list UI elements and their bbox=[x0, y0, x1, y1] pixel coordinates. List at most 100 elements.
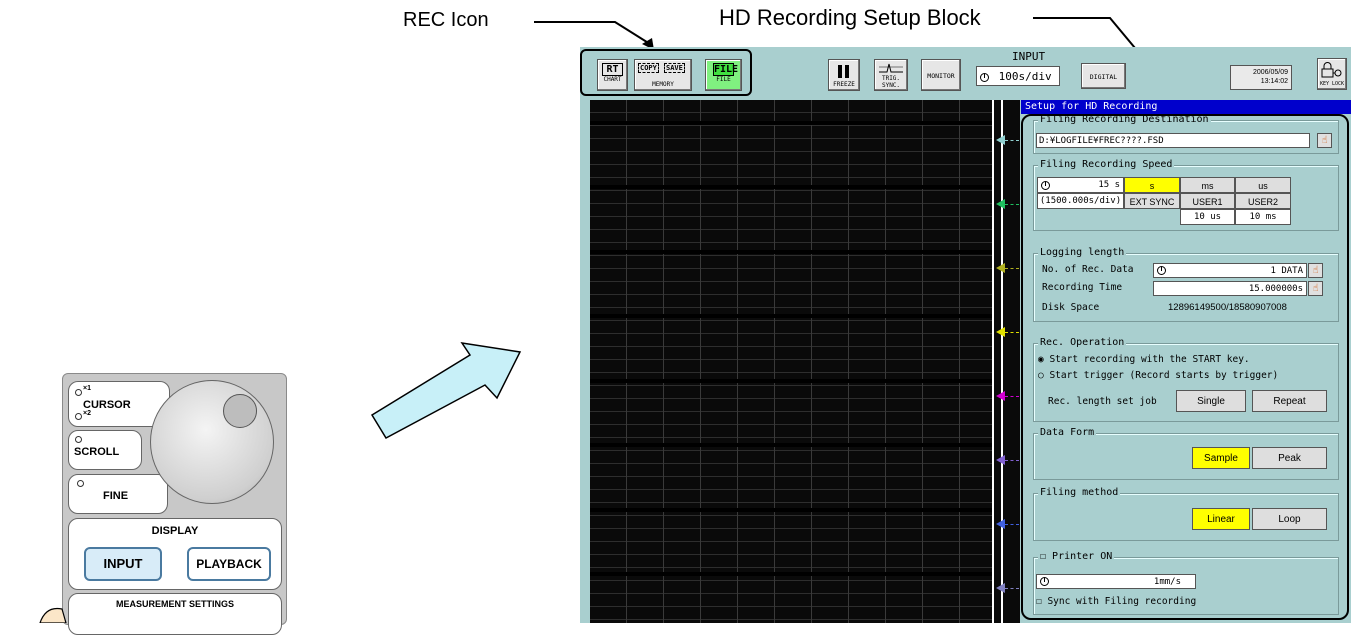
per-div-field: (1500.000s/div) bbox=[1037, 193, 1124, 209]
digital-button[interactable]: DIGITAL bbox=[1081, 63, 1126, 89]
sample-button[interactable]: Sample bbox=[1192, 447, 1250, 469]
printer-speed-value: 1mm/s bbox=[1153, 577, 1181, 587]
rt-chart-button[interactable]: RT CHART bbox=[597, 59, 628, 91]
single-button[interactable]: Single bbox=[1176, 390, 1246, 412]
operation-group: Rec. Operation ◉ Start recording with th… bbox=[1033, 337, 1339, 422]
unit-s-button[interactable]: s bbox=[1124, 177, 1180, 193]
rt-label: RT bbox=[602, 63, 623, 76]
strip-line bbox=[1001, 100, 1003, 623]
top-toolbar: RT CHART COPY SAVE MEMORY FILE FILE FREE… bbox=[580, 47, 1351, 99]
memory-label: MEMORY bbox=[652, 81, 674, 88]
band-divider bbox=[590, 572, 992, 576]
memory-button[interactable]: COPY SAVE MEMORY bbox=[634, 59, 692, 91]
instrument-screen: RT CHART COPY SAVE MEMORY FILE FILE FREE… bbox=[580, 47, 1351, 623]
datetime-display: 2006/05/09 13:14:02 bbox=[1230, 65, 1292, 90]
unit-ms-button[interactable]: ms bbox=[1180, 177, 1235, 193]
date-value: 2006/05/09 bbox=[1252, 69, 1288, 76]
hand-pointer-icon[interactable]: ☝ bbox=[1317, 133, 1332, 148]
user2-button[interactable]: USER2 bbox=[1235, 193, 1291, 209]
printer-on-label: Printer ON bbox=[1052, 551, 1113, 562]
speed-title: Filing Recording Speed bbox=[1038, 159, 1175, 170]
led-scroll bbox=[75, 436, 82, 443]
band-divider bbox=[590, 443, 992, 447]
sync-label: SYNC. bbox=[881, 82, 901, 89]
copy-label: COPY bbox=[638, 63, 659, 73]
unit-us-button[interactable]: us bbox=[1235, 177, 1291, 193]
channel-marker-3[interactable] bbox=[996, 263, 1005, 273]
pause-icon bbox=[838, 65, 842, 78]
freeze-label: FREEZE bbox=[833, 81, 855, 88]
time-value: 13:14:02 bbox=[1260, 78, 1288, 85]
fine-button[interactable]: FINE bbox=[68, 474, 168, 514]
freeze-button[interactable]: FREEZE bbox=[828, 59, 860, 91]
channel-marker-7[interactable] bbox=[996, 519, 1005, 529]
band-divider bbox=[590, 314, 992, 318]
filing-method-title: Filing method bbox=[1038, 487, 1121, 498]
file-icon: FILE bbox=[713, 63, 739, 76]
ext-sync-button[interactable]: EXT SYNC bbox=[1124, 193, 1180, 209]
scroll-button[interactable]: SCROLL bbox=[68, 430, 142, 470]
destination-group: Filing Recording Destination D:¥LOGFILE¥… bbox=[1033, 114, 1339, 154]
logging-title: Logging length bbox=[1038, 247, 1127, 258]
jog-dial-knob bbox=[223, 394, 257, 428]
monitor-button[interactable]: MONITOR bbox=[921, 59, 961, 91]
channel-marker-8[interactable] bbox=[996, 583, 1005, 593]
opt-start-trigger[interactable]: ○ Start trigger (Record starts by trigge… bbox=[1038, 370, 1278, 381]
hand-pointer-icon[interactable]: ☝ bbox=[1308, 263, 1323, 278]
jog-dial[interactable] bbox=[150, 380, 274, 504]
key-lock-button[interactable]: KEY LOCK bbox=[1317, 58, 1347, 90]
speed-group: Filing Recording Speed 15 s s ms us (150… bbox=[1033, 159, 1339, 231]
operation-title: Rec. Operation bbox=[1038, 337, 1127, 348]
channel-marker-1[interactable] bbox=[996, 135, 1005, 145]
save-label: SAVE bbox=[664, 63, 685, 73]
input-label: INPUT bbox=[1012, 50, 1046, 63]
scroll-label: SCROLL bbox=[74, 446, 120, 458]
printer-group: ☐ Printer ON 1mm/s ☐ Sync with Filing re… bbox=[1033, 551, 1339, 615]
loop-button[interactable]: Loop bbox=[1252, 508, 1327, 530]
opt-start-key[interactable]: ◉ Start recording with the START key. bbox=[1038, 354, 1250, 365]
playback-button[interactable]: PLAYBACK bbox=[187, 547, 271, 581]
printer-speed-field[interactable]: 1mm/s bbox=[1036, 574, 1196, 589]
rec-data-field[interactable]: 1 DATA bbox=[1153, 263, 1307, 278]
input-button[interactable]: INPUT bbox=[84, 547, 162, 581]
peak-button[interactable]: Peak bbox=[1252, 447, 1327, 469]
printer-on-checkbox[interactable]: ☐ Printer ON bbox=[1038, 551, 1115, 562]
channel-marker-4[interactable] bbox=[996, 327, 1005, 337]
chart-label: CHART bbox=[603, 76, 622, 83]
channel-marker-line-2 bbox=[1005, 204, 1019, 205]
trig-sync-button[interactable]: TRIG. SYNC. bbox=[874, 59, 908, 91]
hand-pointer-icon[interactable]: ☝ bbox=[1308, 281, 1323, 296]
trigger-icon bbox=[879, 63, 903, 73]
destination-path-field[interactable]: D:¥LOGFILE¥FREC????.FSD bbox=[1036, 133, 1310, 148]
timebase-field[interactable]: 100s/div bbox=[976, 66, 1060, 86]
channel-marker-line-7 bbox=[1005, 524, 1019, 525]
measurement-label: MEASUREMENT SETTINGS bbox=[115, 599, 234, 609]
user1-value[interactable]: 10 us bbox=[1180, 209, 1235, 225]
speed-value: 15 s bbox=[1098, 180, 1120, 190]
digital-label: DIGITAL bbox=[1089, 73, 1118, 81]
key-lock-label: KEY LOCK bbox=[1319, 81, 1345, 87]
channel-marker-2[interactable] bbox=[996, 199, 1005, 209]
dial-icon bbox=[1041, 181, 1050, 190]
led-fine bbox=[77, 480, 84, 487]
channel-marker-6[interactable] bbox=[996, 455, 1005, 465]
channel-marker-line-3 bbox=[1005, 268, 1019, 269]
file-button[interactable]: FILE FILE bbox=[705, 59, 742, 91]
band-divider bbox=[590, 250, 992, 254]
channel-marker-5[interactable] bbox=[996, 391, 1005, 401]
channel-marker-strip bbox=[992, 100, 1020, 623]
measurement-section: MEASUREMENT SETTINGS bbox=[68, 593, 282, 635]
x1-label: ×1 bbox=[83, 385, 91, 392]
linear-button[interactable]: Linear bbox=[1192, 508, 1250, 530]
rec-time-field[interactable]: 15.000000s bbox=[1153, 281, 1307, 296]
filing-method-group: Filing method Linear Loop bbox=[1033, 487, 1339, 541]
user2-value[interactable]: 10 ms bbox=[1235, 209, 1291, 225]
repeat-button[interactable]: Repeat bbox=[1252, 390, 1327, 412]
waveform-display[interactable] bbox=[590, 100, 992, 623]
file-label: FILE bbox=[716, 76, 731, 83]
display-label: DISPLAY bbox=[151, 525, 199, 537]
sync-filing-checkbox[interactable]: ☐ Sync with Filing recording bbox=[1036, 596, 1196, 607]
speed-value-field[interactable]: 15 s bbox=[1037, 177, 1124, 193]
band-divider bbox=[590, 508, 992, 512]
user1-button[interactable]: USER1 bbox=[1180, 193, 1235, 209]
